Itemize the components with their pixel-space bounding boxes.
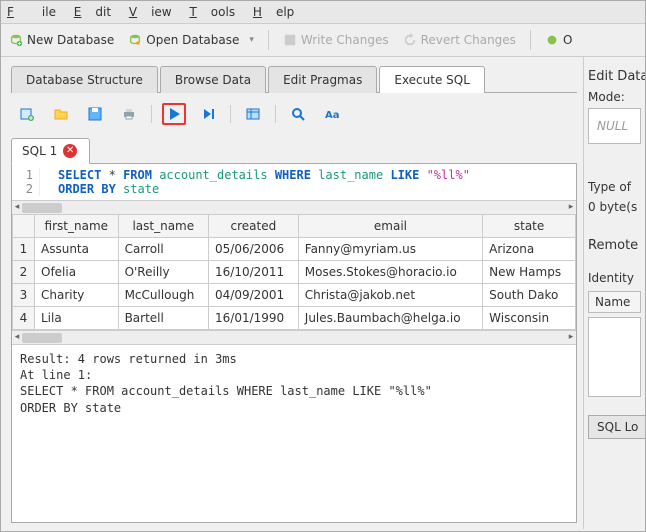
menu-view[interactable]: View xyxy=(129,5,172,19)
edit-data-label: Edit Data xyxy=(588,69,641,84)
row-number: 2 xyxy=(13,261,35,284)
cell-state[interactable]: Arizona xyxy=(483,238,576,261)
save-results-button[interactable] xyxy=(241,103,265,125)
open-sql-button[interactable] xyxy=(49,103,73,125)
main-toolbar: New Database Open Database ▾ Write Chang… xyxy=(1,24,645,57)
table-row[interactable]: 3CharityMcCullough04/09/2001Christa@jako… xyxy=(13,284,576,307)
right-panel: Edit Data Mode: NULL Type of 0 byte(s Re… xyxy=(583,57,645,529)
print-button[interactable] xyxy=(117,103,141,125)
write-changes-label: Write Changes xyxy=(301,33,389,47)
cell-created[interactable]: 16/10/2011 xyxy=(209,261,299,284)
remote-label: Remote xyxy=(588,238,641,253)
cell-last_name[interactable]: O'Reilly xyxy=(118,261,208,284)
row-number: 4 xyxy=(13,307,35,330)
revert-icon xyxy=(403,33,417,47)
editor-hscroll[interactable]: ◂▸ xyxy=(12,200,576,214)
cell-first_name[interactable]: Charity xyxy=(35,284,119,307)
menu-edit[interactable]: Edit xyxy=(74,5,111,19)
sql-log-button[interactable]: SQL Lo xyxy=(588,415,645,439)
sql-editor[interactable]: 1 2 SELECT * FROM account_details WHERE … xyxy=(12,164,576,200)
cell-first_name[interactable]: Lila xyxy=(35,307,119,330)
cell-state[interactable]: New Hamps xyxy=(483,261,576,284)
menu-tools[interactable]: Tools xyxy=(189,5,235,19)
cell-created[interactable]: 16/01/1990 xyxy=(209,307,299,330)
gear-icon xyxy=(545,33,559,47)
row-number-header xyxy=(13,215,35,238)
cell-last_name[interactable]: Carroll xyxy=(118,238,208,261)
database-open-icon xyxy=(128,33,142,47)
cell-created[interactable]: 05/06/2006 xyxy=(209,238,299,261)
row-number: 1 xyxy=(13,238,35,261)
cell-email[interactable]: Christa@jakob.net xyxy=(298,284,482,307)
mode-label: Mode: xyxy=(588,90,641,104)
results-hscroll[interactable]: ◂▸ xyxy=(12,330,576,344)
revert-changes-button: Revert Changes xyxy=(403,33,516,47)
type-label: Type of xyxy=(588,180,641,194)
find-button[interactable] xyxy=(286,103,310,125)
write-changes-button: Write Changes xyxy=(283,33,389,47)
bytes-label: 0 byte(s xyxy=(588,200,641,214)
main-tabs: Database Structure Browse Data Edit Prag… xyxy=(11,65,577,93)
svg-text:Aa: Aa xyxy=(325,110,340,121)
cell-email[interactable]: Moses.Stokes@horacio.io xyxy=(298,261,482,284)
col-last_name[interactable]: last_name xyxy=(118,215,208,238)
cell-first_name[interactable]: Assunta xyxy=(35,238,119,261)
execute-sql-button[interactable] xyxy=(162,103,186,125)
database-plus-icon xyxy=(9,33,23,47)
sql-tab-label: SQL 1 xyxy=(22,144,57,158)
table-row[interactable]: 2OfeliaO'Reilly16/10/2011Moses.Stokes@ho… xyxy=(13,261,576,284)
revert-changes-label: Revert Changes xyxy=(421,33,516,47)
write-icon xyxy=(283,33,297,47)
sql-panel: 1 2 SELECT * FROM account_details WHERE … xyxy=(11,163,577,523)
extra-label: O xyxy=(563,33,572,47)
table-row[interactable]: 1AssuntaCarroll05/06/2006Fanny@myriam.us… xyxy=(13,238,576,261)
sql-toolbar: Aa xyxy=(11,93,577,135)
row-number: 3 xyxy=(13,284,35,307)
tab-edit-pragmas[interactable]: Edit Pragmas xyxy=(268,66,377,93)
table-row[interactable]: 4LilaBartell16/01/1990Jules.Baumbach@hel… xyxy=(13,307,576,330)
sql-code[interactable]: SELECT * FROM account_details WHERE last… xyxy=(40,168,470,196)
sql-tab-1[interactable]: SQL 1 ✕ xyxy=(11,138,90,164)
execute-line-button[interactable] xyxy=(196,103,220,125)
tab-execute-sql[interactable]: Execute SQL xyxy=(379,66,485,93)
close-tab-icon[interactable]: ✕ xyxy=(63,144,77,158)
cell-last_name[interactable]: McCullough xyxy=(118,284,208,307)
table-header-row: first_name last_name created email state xyxy=(13,215,576,238)
col-created[interactable]: created xyxy=(209,215,299,238)
cell-state[interactable]: South Dako xyxy=(483,284,576,307)
result-log: Result: 4 rows returned in 3ms At line 1… xyxy=(12,344,576,422)
tab-database-structure[interactable]: Database Structure xyxy=(11,66,158,93)
cell-email[interactable]: Fanny@myriam.us xyxy=(298,238,482,261)
dropdown-arrow-icon[interactable]: ▾ xyxy=(249,35,254,45)
cell-editor[interactable]: NULL xyxy=(588,108,641,144)
name-col-label: Name xyxy=(588,291,641,313)
cell-last_name[interactable]: Bartell xyxy=(118,307,208,330)
save-sql-button[interactable] xyxy=(83,103,107,125)
line-gutter: 1 2 xyxy=(12,168,40,196)
col-email[interactable]: email xyxy=(298,215,482,238)
identity-list[interactable] xyxy=(588,317,641,397)
menu-help[interactable]: Help xyxy=(253,5,294,19)
new-sql-tab-button[interactable] xyxy=(15,103,39,125)
cell-first_name[interactable]: Ofelia xyxy=(35,261,119,284)
results-grid: first_name last_name created email state… xyxy=(12,214,576,330)
menu-file[interactable]: File xyxy=(7,5,56,19)
col-state[interactable]: state xyxy=(483,215,576,238)
cell-email[interactable]: Jules.Baumbach@helga.io xyxy=(298,307,482,330)
cell-created[interactable]: 04/09/2001 xyxy=(209,284,299,307)
cell-state[interactable]: Wisconsin xyxy=(483,307,576,330)
menubar: File Edit View Tools Help xyxy=(1,1,645,24)
open-database-label: Open Database xyxy=(146,33,239,47)
tab-browse-data[interactable]: Browse Data xyxy=(160,66,266,93)
extra-button[interactable]: O xyxy=(545,33,572,47)
new-database-button[interactable]: New Database xyxy=(9,33,114,47)
new-database-label: New Database xyxy=(27,33,114,47)
identity-label: Identity xyxy=(588,271,641,285)
open-database-button[interactable]: Open Database ▾ xyxy=(128,33,254,47)
settings-button[interactable]: Aa xyxy=(320,103,344,125)
col-first_name[interactable]: first_name xyxy=(35,215,119,238)
